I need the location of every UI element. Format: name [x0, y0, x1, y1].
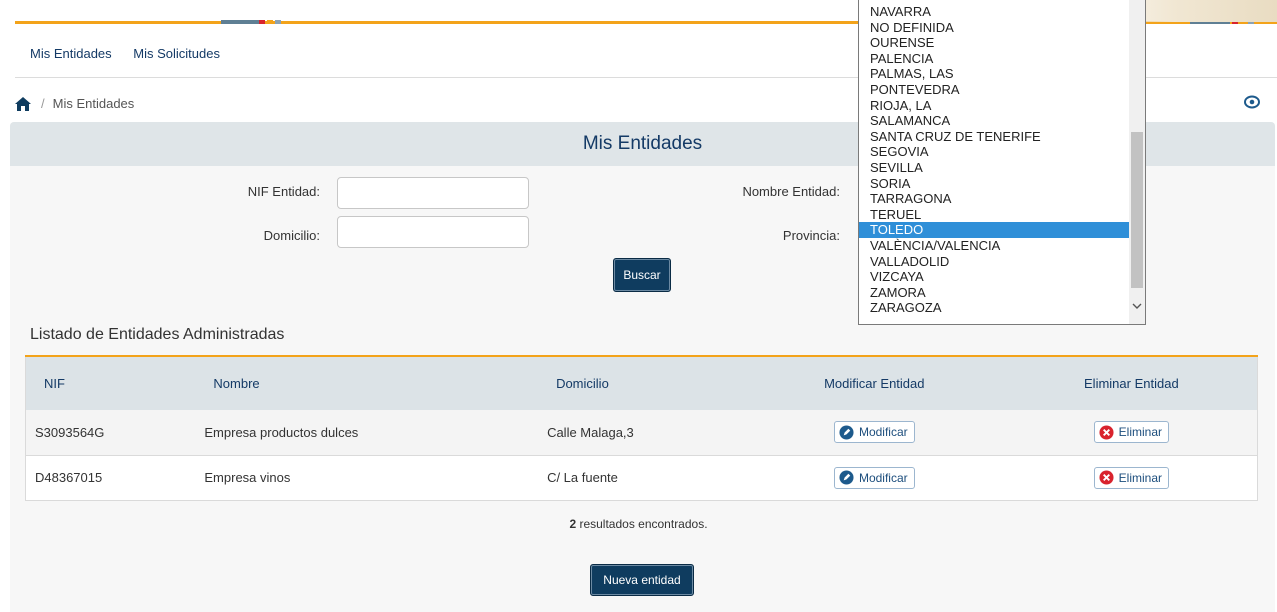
nombre-label: Nombre Entidad:: [742, 184, 840, 199]
col-nombre[interactable]: Nombre: [195, 356, 538, 410]
cell-nombre: Empresa vinos: [195, 455, 539, 501]
band-segment: [259, 20, 265, 24]
breadcrumb: / Mis Entidades: [15, 96, 134, 111]
home-icon[interactable]: [15, 96, 31, 111]
nif-input[interactable]: [337, 177, 529, 209]
buscar-button[interactable]: Buscar: [613, 258, 671, 292]
domicilio-input[interactable]: [337, 216, 529, 248]
remove-icon: [1099, 425, 1114, 440]
band-segment: [275, 20, 281, 24]
entities-table: NIF Nombre Domicilio Modificar Entidad E…: [25, 355, 1258, 501]
eliminar-label: Eliminar: [1118, 425, 1163, 440]
dropdown-scrollbar[interactable]: [1129, 0, 1145, 324]
provincia-option[interactable]: VALÈNCIA/VALENCIA: [859, 238, 1129, 254]
nav-mis-entidades[interactable]: Mis Entidades: [30, 46, 112, 61]
modificar-button[interactable]: Modificar: [833, 421, 915, 444]
provincia-option[interactable]: SORIA: [859, 176, 1129, 192]
table-row: S3093564G Empresa productos dulces Calle…: [25, 410, 1258, 456]
provincia-option[interactable]: OURENSE: [859, 35, 1129, 51]
provincia-option[interactable]: TARRAGONA: [859, 191, 1129, 207]
provincia-label: Provincia:: [782, 228, 840, 243]
provincia-option[interactable]: PONTEVEDRA: [859, 82, 1129, 98]
eye-icon[interactable]: [1244, 95, 1260, 109]
provincia-option[interactable]: TOLEDO: [859, 222, 1129, 238]
nueva-entidad-button[interactable]: Nueva entidad: [590, 564, 694, 596]
edit-icon: [839, 425, 854, 440]
nav-mis-solicitudes[interactable]: Mis Solicitudes: [133, 46, 220, 61]
list-title: Listado de Entidades Administradas: [30, 326, 285, 343]
provincia-option[interactable]: ZARAGOZA: [859, 300, 1129, 316]
nif-label: NIF Entidad:: [247, 184, 320, 199]
breadcrumb-separator: /: [41, 96, 45, 111]
provincia-option[interactable]: SEGOVIA: [859, 144, 1129, 160]
provincia-option[interactable]: RIOJA, LA: [859, 98, 1129, 114]
results-summary: 2 resultados encontrados.: [0, 517, 1277, 531]
provincia-option[interactable]: NAVARRA: [859, 4, 1129, 20]
cell-domicilio: C/ La fuente: [538, 455, 743, 501]
provincia-option[interactable]: VALLADOLID: [859, 254, 1129, 270]
results-text: resultados encontrados.: [576, 517, 708, 531]
provincia-options: NAVARRA NO DEFINIDA OURENSE PALENCIA PALMAS,…: [859, 4, 1129, 316]
cell-nombre: Empresa productos dulces: [195, 410, 539, 456]
eliminar-button[interactable]: Eliminar: [1093, 421, 1170, 444]
col-eliminar: Eliminar Entidad: [1084, 376, 1179, 391]
eliminar-button[interactable]: Eliminar: [1093, 466, 1170, 489]
table-header-row: NIF Nombre Domicilio Modificar Entidad E…: [25, 356, 1258, 410]
provincia-option[interactable]: NO DEFINIDA: [859, 20, 1129, 36]
scrollbar-thumb[interactable]: [1131, 132, 1143, 288]
provincia-option[interactable]: SANTA CRUZ DE TENERIFE: [859, 129, 1129, 145]
provincia-dropdown[interactable]: NAVARRA NO DEFINIDA OURENSE PALENCIA PALMAS,…: [858, 0, 1146, 325]
modificar-button[interactable]: Modificar: [833, 466, 915, 489]
col-nif[interactable]: NIF: [26, 356, 196, 410]
cell-nif: D48367015: [25, 455, 196, 501]
band-segment: [221, 20, 259, 24]
provincia-option[interactable]: PALENCIA: [859, 51, 1129, 67]
main-nav: Mis Entidades Mis Solicitudes: [30, 46, 238, 61]
domicilio-label: Domicilio:: [263, 228, 320, 243]
provincia-option[interactable]: PALMAS, LAS: [859, 66, 1129, 82]
chevron-down-icon[interactable]: [1132, 302, 1142, 310]
provincia-option[interactable]: SEVILLA: [859, 160, 1129, 176]
provincia-option[interactable]: VIZCAYA: [859, 269, 1129, 285]
col-domicilio[interactable]: Domicilio: [538, 356, 743, 410]
cell-nif: S3093564G: [25, 410, 196, 456]
cell-domicilio: Calle Malaga,3: [538, 410, 743, 456]
eliminar-label: Eliminar: [1118, 470, 1163, 485]
col-modificar: Modificar Entidad: [824, 376, 925, 391]
modificar-label: Modificar: [858, 425, 908, 440]
provincia-option[interactable]: SALAMANCA: [859, 113, 1129, 129]
breadcrumb-current: Mis Entidades: [52, 96, 135, 111]
remove-icon: [1099, 470, 1114, 485]
modificar-label: Modificar: [858, 470, 908, 485]
provincia-option[interactable]: TERUEL: [859, 207, 1129, 223]
table-row: D48367015 Empresa vinos C/ La fuente Mod…: [25, 455, 1258, 501]
edit-icon: [839, 470, 854, 485]
provincia-option[interactable]: ZAMORA: [859, 285, 1129, 301]
band-segment: [267, 20, 273, 24]
